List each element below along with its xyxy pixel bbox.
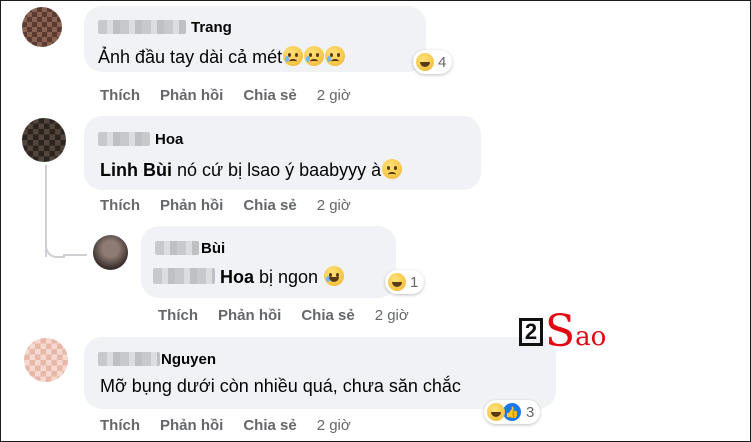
comment-timestamp[interactable]: 2 giờ	[317, 417, 351, 434]
comment-actions: Thích Phản hồi Chia sẻ 2 giờ	[158, 307, 429, 324]
reaction-summary[interactable]: 1	[385, 270, 425, 294]
crying-face-icon	[304, 46, 325, 66]
sad-face-icon	[382, 159, 403, 179]
reaction-summary[interactable]: 4	[413, 50, 453, 74]
avatar[interactable]	[24, 338, 68, 382]
haha-reaction-icon	[416, 53, 434, 71]
like-button[interactable]: Thích	[100, 87, 140, 104]
avatar[interactable]	[93, 235, 128, 270]
like-reaction-icon: 👍	[502, 402, 522, 422]
reply-bubble: Bùi Hoa bị ngon	[141, 226, 396, 298]
name-redaction	[98, 20, 186, 34]
comment-actions: Thích Phản hồi Chia sẻ 2 giờ	[100, 87, 371, 104]
name-redaction	[98, 132, 150, 146]
comment-text-body: nó cứ bị lsao ý baabyyy à	[171, 160, 382, 180]
laughing-face-icon	[324, 266, 345, 286]
reply-button[interactable]: Phản hồi	[160, 197, 223, 214]
avatar[interactable]	[22, 7, 62, 47]
comment-bubble: Trang Ảnh đầu tay dài cả mét	[84, 6, 426, 72]
avatar[interactable]	[22, 118, 66, 162]
commenter-name[interactable]: Hoa	[155, 131, 183, 148]
comment-timestamp[interactable]: 2 giờ	[317, 87, 351, 104]
comment-text: Mỡ bụng dưới còn nhiều quá, chưa săn chắ…	[100, 376, 461, 396]
crying-face-icon	[325, 46, 346, 66]
comment-text: Linh Bùi nó cứ bị lsao ý baabyyy à	[100, 159, 403, 181]
reaction-count: 4	[438, 53, 447, 71]
comment-bubble: Hoa Linh Bùi nó cứ bị lsao ý baabyyy à	[84, 116, 481, 190]
watermark-digit: 2	[519, 318, 543, 346]
watermark-rest: ao	[575, 322, 607, 352]
commenter-name[interactable]: Bùi	[201, 240, 225, 257]
reply-button[interactable]: Phản hồi	[218, 307, 281, 324]
haha-reaction-icon	[388, 273, 406, 291]
comment-text-body: Ảnh đầu tay dài cả mét	[98, 47, 283, 67]
share-button[interactable]: Chia sẻ	[243, 87, 296, 104]
reaction-count: 3	[526, 403, 535, 421]
thread-connector-end	[63, 254, 87, 256]
reply-button[interactable]: Phản hồi	[160, 87, 223, 104]
2sao-watermark-logo: 2 S ao	[519, 310, 606, 354]
comment-actions: Thích Phản hồi Chia sẻ 2 giờ	[100, 197, 371, 214]
comment-text: Ảnh đầu tay dài cả mét	[98, 46, 346, 68]
mention-link[interactable]: Linh Bùi	[100, 160, 172, 180]
name-redaction	[155, 241, 199, 255]
comment-timestamp[interactable]: 2 giờ	[375, 307, 409, 324]
comment-actions: Thích Phản hồi Chia sẻ 2 giờ	[100, 417, 371, 434]
like-button[interactable]: Thích	[100, 197, 140, 214]
reaction-count: 1	[410, 273, 419, 291]
watermark-letter: S	[545, 306, 576, 357]
share-button[interactable]: Chia sẻ	[301, 307, 354, 324]
haha-reaction-icon	[487, 403, 505, 421]
comment-text: Hoa bị ngon	[220, 266, 345, 288]
name-redaction	[98, 352, 160, 366]
reply-button[interactable]: Phản hồi	[160, 417, 223, 434]
reaction-summary[interactable]: 👍 3	[484, 400, 541, 424]
commenter-name[interactable]: Trang	[191, 19, 232, 36]
comment-timestamp[interactable]: 2 giờ	[317, 197, 351, 214]
mention-redaction	[153, 268, 215, 284]
like-button[interactable]: Thích	[158, 307, 198, 324]
mention-link[interactable]: Hoa	[220, 267, 254, 287]
comment-bubble: Nguyen Mỡ bụng dưới còn nhiều quá, chưa …	[84, 337, 556, 409]
like-button[interactable]: Thích	[100, 417, 140, 434]
share-button[interactable]: Chia sẻ	[243, 417, 296, 434]
commenter-name[interactable]: Nguyen	[161, 351, 216, 368]
comment-text-body: bị ngon	[254, 267, 319, 287]
crying-face-icon	[283, 46, 304, 66]
share-button[interactable]: Chia sẻ	[243, 197, 296, 214]
